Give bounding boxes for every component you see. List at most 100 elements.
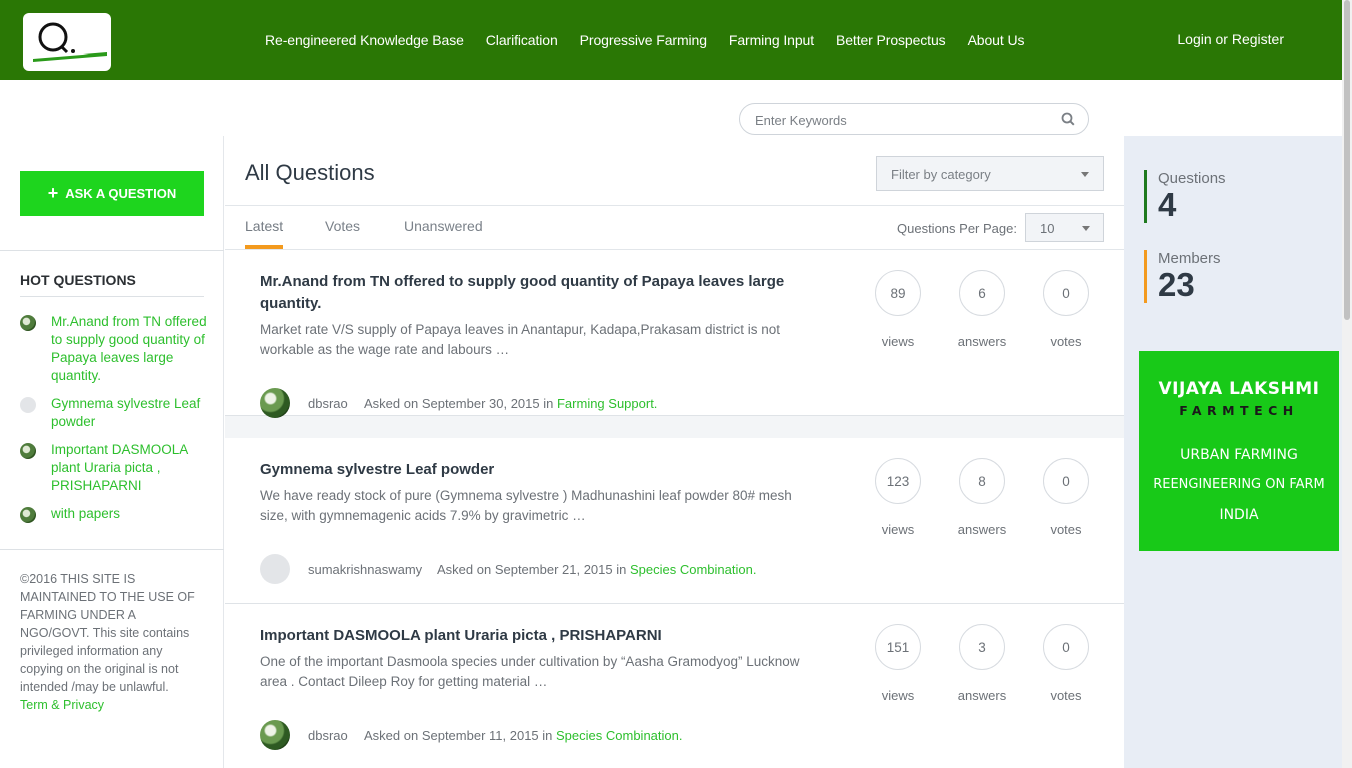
filter-placeholder: Filter by category [891,167,991,182]
answers-count: 8 [959,458,1005,504]
per-page-select[interactable]: 10 [1025,213,1104,242]
answers-stat: 3 answers [958,624,1006,703]
avatar [20,507,36,523]
divider [225,205,1125,206]
nav-about-us[interactable]: About Us [968,32,1025,48]
asked-meta: Asked on September 21, 2015 in Species C… [437,562,756,577]
views-label: views [881,688,915,703]
category-link[interactable]: Species Combination. [556,728,682,743]
views-stat: 123 views [875,458,921,537]
left-sidebar: + ASK A QUESTION HOT QUESTIONS Mr.Anand … [0,136,224,768]
tab-unanswered[interactable]: Unanswered [404,218,483,234]
answers-stat: 6 answers [958,270,1006,349]
views-count: 89 [875,270,921,316]
asked-date: Asked on September 30, 2015 in [364,396,554,411]
hot-question-link[interactable]: Mr.Anand from TN offered to supply good … [51,313,210,385]
page-scrollbar[interactable] [1342,0,1352,768]
answers-label: answers [957,334,1007,349]
per-page-value: 10 [1040,221,1055,236]
tab-votes[interactable]: Votes [325,218,360,234]
hot-question-item: Mr.Anand from TN offered to supply good … [20,313,210,385]
views-label: views [881,522,915,537]
tab-latest[interactable]: Latest [245,218,283,234]
scrollbar-thumb[interactable] [1344,0,1350,320]
advertisement-banner[interactable]: VIJAYA LAKSHMI FARMTECH URBAN FARMING RE… [1139,351,1339,551]
views-stat: 89 views [875,270,921,349]
views-count: 151 [875,624,921,670]
hot-question-item: Gymnema sylvestre Leaf powder [20,395,210,431]
divider [0,250,224,251]
chevron-down-icon [1082,226,1090,231]
votes-count: 0 [1043,270,1089,316]
members-count-block: Members 23 [1144,250,1221,303]
terms-privacy-link[interactable]: Term & Privacy [20,698,104,712]
answers-count: 6 [959,270,1005,316]
answers-label: answers [957,522,1007,537]
ask-question-button[interactable]: + ASK A QUESTION [20,171,204,216]
question-excerpt: We have ready stock of pure (Gymnema syl… [260,488,792,523]
ad-line-3: URBAN FARMING [1180,447,1298,463]
login-register-link[interactable]: Login or Register [1177,31,1284,47]
question-title[interactable]: Gymnema sylvestre Leaf powder [260,459,820,481]
avatar[interactable] [260,720,290,750]
asked-date: Asked on September 21, 2015 in [437,562,627,577]
category-filter-select[interactable]: Filter by category [876,156,1104,191]
votes-stat: 0 votes [1043,624,1089,703]
avatar [20,315,36,331]
questions-count-block: Questions 4 [1144,170,1226,223]
footer-text: ©2016 THIS SITE IS MAINTAINED TO THE USE… [20,572,195,694]
hot-question-link[interactable]: Important DASMOOLA plant Uraria picta , … [51,441,210,495]
hot-questions-title: HOT QUESTIONS [20,272,136,288]
votes-label: votes [1050,334,1082,349]
avatar[interactable] [260,388,290,418]
question-title[interactable]: Mr.Anand from TN offered to supply good … [260,271,820,315]
nav-farming-input[interactable]: Farming Input [729,32,814,48]
asked-meta: Asked on September 11, 2015 in Species C… [364,728,682,743]
plus-icon: + [47,183,59,203]
search-icon[interactable] [1061,112,1075,131]
search-input[interactable] [755,110,1045,130]
question-card: Important DASMOOLA plant Uraria picta , … [225,604,1124,768]
asked-meta: Asked on September 30, 2015 in Farming S… [364,396,657,411]
ask-question-label: ASK A QUESTION [65,186,177,201]
questions-count-value: 4 [1158,186,1177,223]
search-box [739,103,1089,135]
hot-question-item: Important DASMOOLA plant Uraria picta , … [20,441,210,495]
main-nav: Re-engineered Knowledge Base Clarificati… [265,0,1046,80]
category-link[interactable]: Farming Support. [557,396,657,411]
answers-label: answers [957,688,1007,703]
category-link[interactable]: Species Combination. [630,562,756,577]
question-title[interactable]: Important DASMOOLA plant Uraria picta , … [260,625,820,647]
votes-label: votes [1050,522,1082,537]
site-logo[interactable] [23,13,111,71]
nav-clarification[interactable]: Clarification [486,32,558,48]
author-link[interactable]: sumakrishnaswamy [308,562,422,577]
page-title: All Questions [245,160,375,185]
logo-mark-icon [33,22,107,62]
question-excerpt: Market rate V/S supply of Papaya leaves … [260,322,781,357]
ad-line-5: INDIA [1219,507,1259,523]
question-card: Gymnema sylvestre Leaf powder We have re… [225,438,1124,604]
author-link[interactable]: dbsrao [308,396,348,411]
votes-count: 0 [1043,458,1089,504]
question-excerpt: One of the important Dasmoola species un… [260,654,800,689]
members-count-value: 23 [1158,266,1195,303]
avatar[interactable] [260,554,290,584]
author-link[interactable]: dbsrao [308,728,348,743]
votes-count: 0 [1043,624,1089,670]
nav-progressive-farming[interactable]: Progressive Farming [580,32,707,48]
divider [20,296,204,297]
hot-question-item: with papers [20,505,210,523]
views-stat: 151 views [875,624,921,703]
members-count-label: Members [1158,250,1221,267]
hot-question-link[interactable]: Gymnema sylvestre Leaf powder [51,395,210,431]
questions-count-label: Questions [1158,170,1226,187]
nav-better-prospectus[interactable]: Better Prospectus [836,32,946,48]
votes-stat: 0 votes [1043,458,1089,537]
nav-knowledge-base[interactable]: Re-engineered Knowledge Base [265,32,464,48]
hot-question-link[interactable]: with papers [51,505,210,523]
top-navigation-bar: Re-engineered Knowledge Base Clarificati… [0,0,1352,80]
chevron-down-icon [1081,172,1089,177]
votes-stat: 0 votes [1043,270,1089,349]
ad-line-4: REENGINEERING ON FARM [1153,477,1325,492]
